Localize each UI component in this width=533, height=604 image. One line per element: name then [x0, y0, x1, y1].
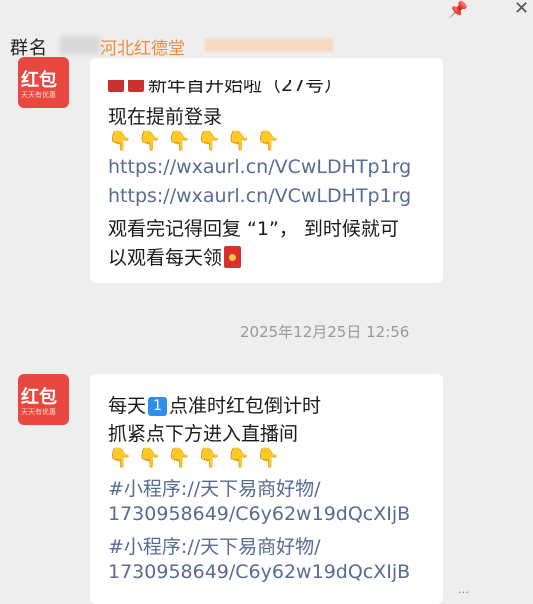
message-timestamp: 2025年12月25日 12:56 — [240, 323, 410, 341]
mini-program-link[interactable]: 1730958649/C6y62w19dQcXIjB — [108, 561, 410, 583]
avatar-label: 红包 — [21, 70, 57, 91]
close-icon[interactable]: ✕ — [514, 0, 529, 19]
avatar-sub: 天天有优惠 — [21, 91, 56, 99]
pointing-down-emojis: 👇👇👇👇👇👇 — [108, 447, 286, 469]
message-bubble[interactable]: 每天 1 点准时红包倒计时 抓紧点下方进入直播间 👇👇👇👇👇👇 #小程序://天下易… — [90, 374, 443, 604]
number-one-badge: 1 — [148, 397, 168, 416]
message-line: 新年首开始啦（27号） — [108, 80, 343, 97]
blurred-region — [205, 38, 333, 52]
pin-icon[interactable]: 📌 — [448, 0, 468, 19]
avatar-label: 红包 — [21, 387, 57, 408]
mini-program-link[interactable]: #小程序://天下易商好物/ — [108, 532, 321, 559]
mini-program-link[interactable]: 1730958649/C6y62w19dQcXIjB — [108, 503, 410, 525]
blurred-region — [60, 36, 100, 54]
chat-title: 河北红德堂 — [100, 39, 185, 59]
message-line: 每天 1 点准时红包倒计时 — [108, 395, 322, 417]
red-envelope-icon — [224, 246, 242, 268]
message-link[interactable]: https://wxaurl.cn/VCwLDHTp1rg — [108, 156, 411, 178]
avatar-sub: 天天有优惠 — [21, 408, 56, 416]
overflow-text: … — [458, 583, 469, 596]
pointing-down-emojis: 👇👇👇👇👇👇 — [108, 130, 286, 152]
message-bubble[interactable]: 新年首开始啦（27号） 现在提前登录 👇👇👇👇👇👇 https://wxaurl… — [90, 58, 443, 283]
avatar[interactable]: 红包 天天有优惠 — [18, 374, 69, 425]
message-line: 现在提前登录 — [108, 106, 223, 128]
red-envelope-icon — [108, 80, 124, 92]
red-envelope-icon — [128, 80, 144, 92]
avatar[interactable]: 红包 天天有优惠 — [18, 57, 69, 108]
message-line: 抓紧点下方进入直播间 — [108, 423, 299, 445]
mini-program-link[interactable]: #小程序://天下易商好物/ — [108, 474, 321, 501]
message-link[interactable]: https://wxaurl.cn/VCwLDHTp1rg — [108, 185, 411, 207]
message-line: 以观看每天领 — [108, 243, 242, 270]
message-line: 观看完记得回复 “1”， 到时候就可 — [108, 218, 399, 240]
